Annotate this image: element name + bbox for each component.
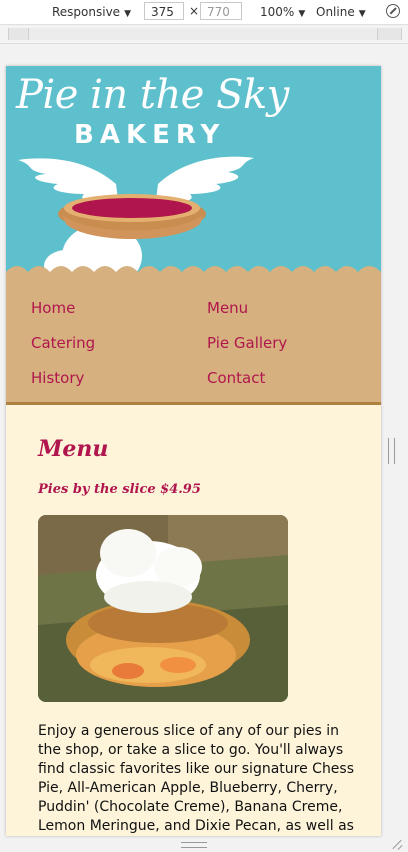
network-throttle-dropdown[interactable]: Online ▼ (316, 5, 366, 19)
page-title: Menu (38, 436, 109, 462)
device-mode-label: Responsive (52, 5, 121, 19)
scallop-border (6, 266, 381, 276)
pie-slice-image (38, 515, 288, 702)
nav-pie-gallery[interactable]: Pie Gallery (207, 334, 287, 352)
width-input[interactable]: 375 (144, 2, 184, 20)
nav-home[interactable]: Home (31, 299, 75, 317)
chevron-down-icon: ▼ (124, 9, 131, 19)
main-nav: Home Menu Catering Pie Gallery History C… (6, 276, 381, 405)
media-query-bar (0, 25, 408, 44)
height-input[interactable]: 770 (200, 2, 242, 20)
site-header: Pie in the Sky BAKERY (6, 66, 381, 276)
dimension-separator: × (189, 4, 200, 18)
brand-title: Pie in the Sky (16, 72, 289, 118)
zoom-label: 100% (260, 5, 295, 19)
chevron-down-icon: ▼ (298, 9, 306, 19)
viewport-resize-handle-right[interactable] (388, 438, 395, 464)
chevron-down-icon: ▼ (358, 9, 366, 19)
network-label: Online (316, 5, 355, 19)
viewport-resize-handle-bottom[interactable] (181, 842, 207, 848)
main-content: Menu Pies by the slice $4.95 Enjoy a gen… (38, 436, 358, 836)
right-wing-icon (156, 156, 254, 202)
nav-contact[interactable]: Contact (207, 369, 265, 387)
devtools-toolbar: Responsive ▼ 375 × 770 100% ▼ Online ▼ (0, 0, 408, 25)
menu-description: Enjoy a generous slice of any of our pie… (38, 723, 355, 834)
section-heading: Pies by the slice $4.95 (38, 482, 201, 497)
nav-menu[interactable]: Menu (207, 299, 248, 317)
brand-subtitle: BAKERY (74, 120, 226, 150)
media-query-segment[interactable] (28, 28, 378, 40)
pie-slice-photo (38, 515, 288, 702)
rotate-icon[interactable] (386, 4, 400, 18)
nav-catering[interactable]: Catering (31, 334, 95, 352)
device-viewport: Pie in the Sky BAKERY Home Menu Catering… (6, 66, 381, 836)
resize-corner-icon[interactable] (392, 840, 402, 850)
zoom-dropdown[interactable]: 100% ▼ (260, 5, 305, 19)
nav-history[interactable]: History (31, 369, 84, 387)
device-mode-dropdown[interactable]: Responsive ▼ (52, 5, 131, 19)
